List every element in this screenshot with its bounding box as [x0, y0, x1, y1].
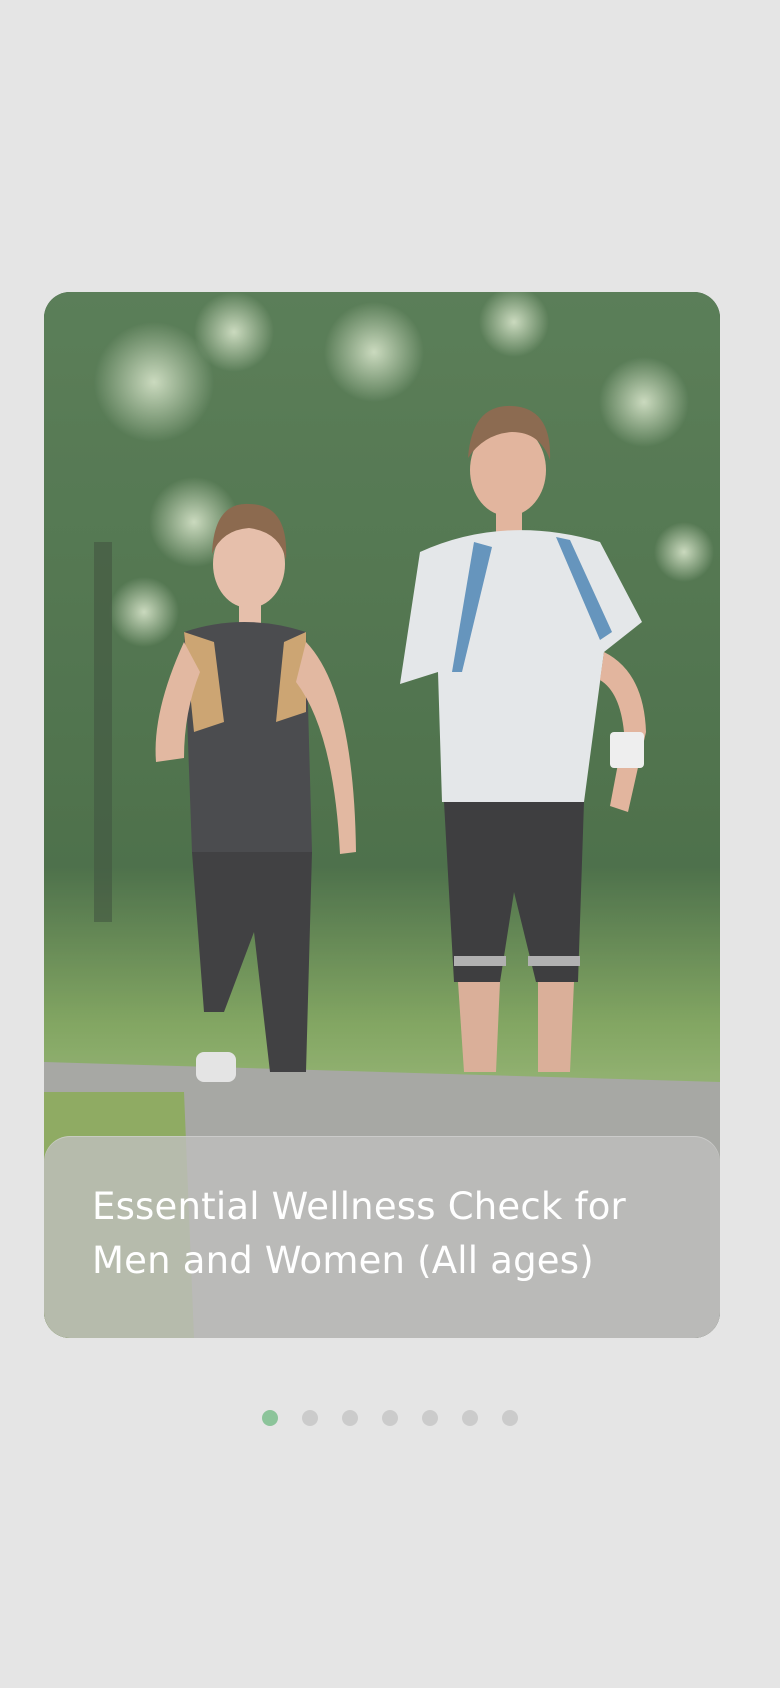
pagination-dots	[0, 1410, 780, 1426]
onboarding-screen: Essential Wellness Check for Men and Wom…	[0, 0, 780, 1688]
page-dot-1[interactable]	[262, 1410, 278, 1426]
page-dot-7[interactable]	[502, 1410, 518, 1426]
slide-title: Essential Wellness Check for Men and Wom…	[92, 1180, 652, 1288]
slide-title-line-2: Men and Women (All ages)	[92, 1239, 594, 1282]
slide-caption-panel: Essential Wellness Check for Men and Wom…	[44, 1136, 720, 1338]
page-dot-3[interactable]	[342, 1410, 358, 1426]
page-dot-4[interactable]	[382, 1410, 398, 1426]
wellness-slide-card[interactable]: Essential Wellness Check for Men and Wom…	[44, 292, 720, 1338]
page-dot-5[interactable]	[422, 1410, 438, 1426]
page-dot-6[interactable]	[462, 1410, 478, 1426]
slide-title-line-1: Essential Wellness Check for	[92, 1185, 626, 1228]
page-dot-2[interactable]	[302, 1410, 318, 1426]
